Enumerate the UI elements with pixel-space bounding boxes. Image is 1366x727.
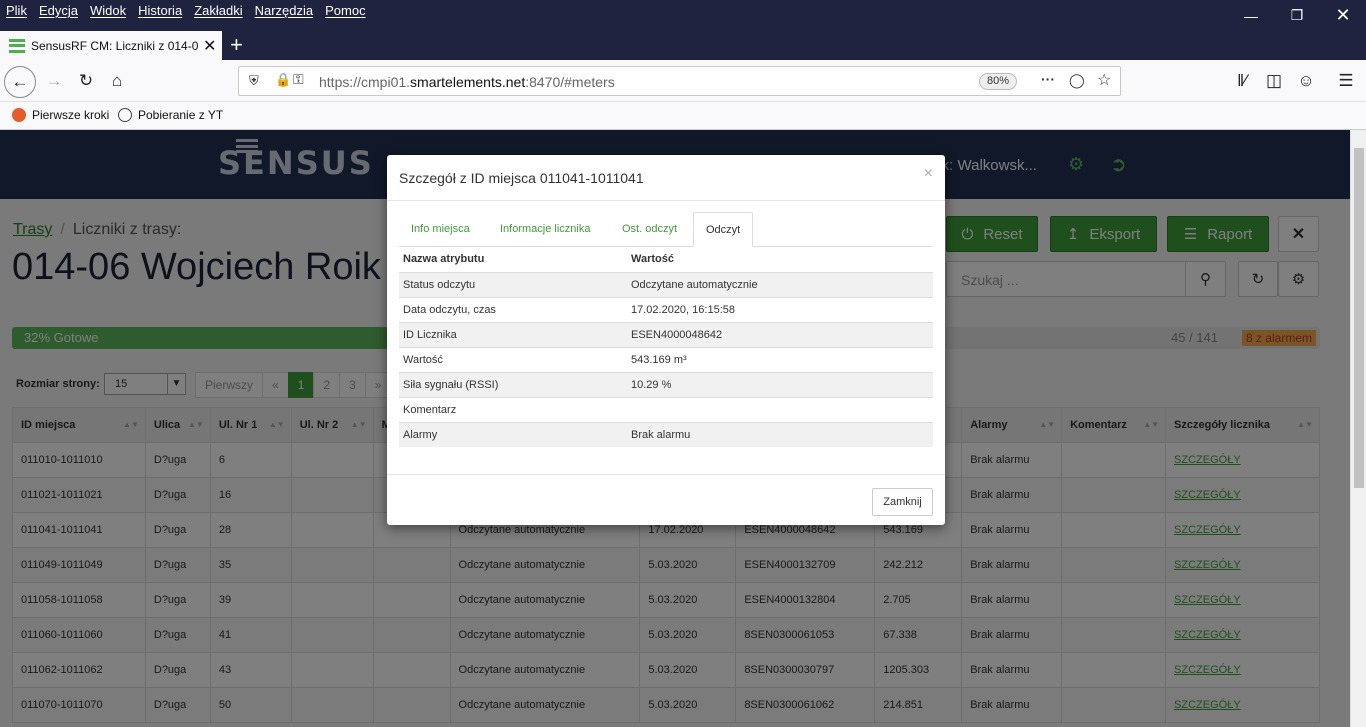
attribute-name: Komentarz: [399, 396, 627, 422]
page-scrollbar[interactable]: [1350, 130, 1366, 727]
menu-bookmarks[interactable]: Zakładki: [194, 3, 242, 18]
attribute-value: 17.02.2020, 16:15:58: [627, 296, 933, 322]
attribute-name: Data odczytu, czas: [399, 296, 627, 322]
attribute-value: Brak alarmu: [627, 421, 933, 447]
bookmarks-bar: Pierwsze kroki Pobieranie z YT: [0, 102, 1366, 130]
back-icon[interactable]: ←: [4, 66, 36, 98]
menu-view[interactable]: Widok: [90, 3, 126, 18]
hamburger-icon[interactable]: ☰: [1332, 67, 1360, 95]
home-icon[interactable]: ⌂: [103, 67, 131, 95]
attributes-table: Nazwa atrybutu Wartość Status odczytu Odcz…: [399, 247, 933, 447]
window-close-icon[interactable]: ✕: [1320, 0, 1366, 31]
attribute-row: Komentarz: [399, 396, 933, 422]
attribute-value: [627, 396, 933, 422]
menu-help[interactable]: Pomoc: [325, 3, 365, 18]
url-bar[interactable]: ⛨ 🔒 ⚿ https://cmpi01.smartelements.net:8…: [238, 66, 1121, 96]
url-text[interactable]: https://cmpi01.smartelements.net:8470/#m…: [319, 74, 615, 90]
library-icon[interactable]: ‖⁄: [1228, 67, 1256, 95]
attribute-name: Status odczytu: [399, 271, 627, 297]
attribute-value: Odczytane automatycznie: [627, 271, 933, 297]
browser-tab[interactable]: SensusRF CM: Liczniki z 014-06 ✕: [0, 31, 222, 60]
new-tab-icon[interactable]: +: [230, 33, 243, 57]
forward-icon[interactable]: →: [40, 67, 68, 95]
close-button[interactable]: Zamknij: [872, 488, 933, 516]
star-icon[interactable]: ☆: [1097, 70, 1111, 90]
attribute-name: Siła sygnału (RSSI): [399, 371, 627, 397]
modal-close-icon[interactable]: ×: [924, 165, 933, 183]
account-icon[interactable]: ☺: [1292, 67, 1320, 95]
attribute-row: ID Licznika ESEN4000048642: [399, 321, 933, 347]
attribute-row: Alarmy Brak alarmu: [399, 421, 933, 447]
col-value-header: Wartość: [631, 253, 674, 266]
attribute-value: 10.29 %: [627, 371, 933, 397]
sidebar-icon[interactable]: ◫: [1260, 67, 1288, 95]
firefox-icon: [12, 108, 26, 122]
more-icon[interactable]: ···: [1041, 71, 1055, 87]
menu-history[interactable]: Historia: [138, 3, 182, 18]
tab-bar: SensusRF CM: Liczniki z 014-06 ✕ +: [0, 31, 1366, 60]
key-icon[interactable]: ⚿: [293, 71, 304, 88]
tab-ost-odczyt[interactable]: Ost. odczyt: [610, 212, 689, 247]
attribute-row: Status odczytu Odczytane automatycznie: [399, 271, 933, 297]
modal-title: Szczegół z ID miejsca 011041-1011041: [399, 170, 644, 186]
modal-footer: Zamknij: [387, 474, 945, 525]
attribute-value: 543.169 m³: [627, 346, 933, 372]
bookmark-label: Pobieranie z YT: [138, 108, 224, 122]
modal-header: Szczegół z ID miejsca 011041-1011041 ×: [387, 155, 945, 201]
sensus-favicon-icon: [9, 38, 25, 53]
details-modal: Szczegół z ID miejsca 011041-1011041 × I…: [387, 155, 945, 525]
attribute-name: Wartość: [399, 346, 627, 372]
attribute-row: Wartość 543.169 m³: [399, 346, 933, 372]
attribute-name: Alarmy: [399, 421, 627, 447]
bookmark-pierwsze-kroki[interactable]: Pierwsze kroki: [12, 108, 109, 122]
bookmark-label: Pierwsze kroki: [32, 108, 110, 122]
tab-info-miejsca[interactable]: Info miejsca: [399, 212, 482, 247]
attribute-row: Siła sygnału (RSSI) 10.29 %: [399, 371, 933, 397]
menu-edit[interactable]: Edycja: [39, 3, 78, 18]
nav-bar: ← → ↻ ⌂ ⛨ 🔒 ⚿ https://cmpi01.smartelemen…: [0, 60, 1366, 102]
tab-close-icon[interactable]: ✕: [203, 36, 216, 56]
menu-file[interactable]: Plik: [6, 3, 27, 18]
lock-icon[interactable]: 🔒: [275, 72, 291, 88]
attribute-name: ID Licznika: [399, 321, 627, 347]
modal-tabs: Info miejsca Informacje licznika Ost. od…: [399, 212, 933, 247]
tab-informacje-licznika[interactable]: Informacje licznika: [488, 212, 602, 247]
globe-icon: [118, 108, 132, 122]
col-attr-header: Nazwa atrybutu: [403, 253, 485, 266]
attribute-value: ESEN4000048642: [627, 321, 933, 347]
tab-odczyt[interactable]: Odczyt: [693, 212, 754, 247]
browser-chrome: Plik Edycja Widok Historia Zakładki Narz…: [0, 0, 1366, 130]
attribute-row: Data odczytu, czas 17.02.2020, 16:15:58: [399, 296, 933, 322]
menu-bar: Plik Edycja Widok Historia Zakładki Narz…: [0, 0, 1366, 31]
minimize-icon[interactable]: —: [1228, 0, 1274, 31]
reload-icon[interactable]: ↻: [72, 67, 100, 95]
scrollbar-thumb[interactable]: [1354, 148, 1364, 488]
restore-icon[interactable]: ❐: [1274, 0, 1320, 31]
pocket-icon[interactable]: ◯: [1069, 72, 1085, 89]
tab-title: SensusRF CM: Liczniki z 014-06: [31, 38, 199, 53]
shield-icon[interactable]: ⛨: [249, 73, 259, 89]
menu-tools[interactable]: Narzędzia: [255, 3, 314, 18]
zoom-badge[interactable]: 80%: [979, 73, 1017, 90]
bookmark-pobieranie[interactable]: Pobieranie z YT: [118, 108, 223, 122]
